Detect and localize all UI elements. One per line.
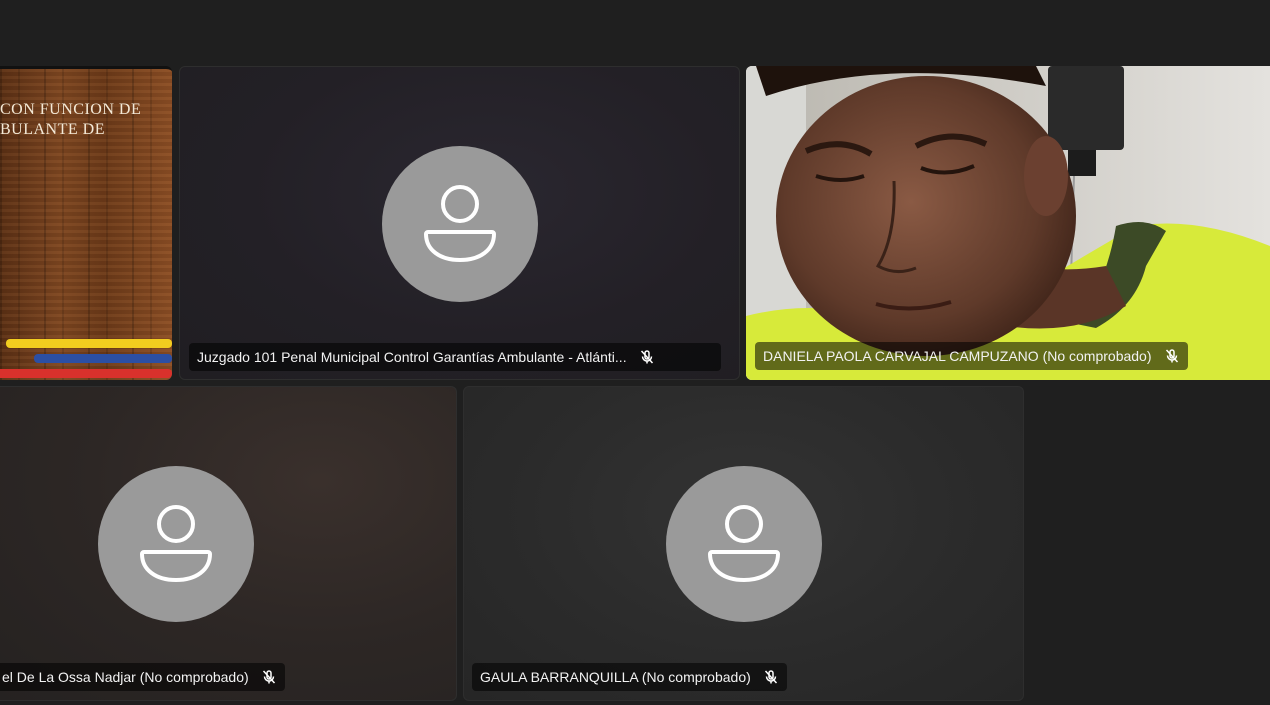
participant-name-label: DANIELA PAOLA CARVAJAL CAMPUZANO (No com… (755, 342, 1188, 370)
participant-name: DANIELA PAOLA CARVAJAL CAMPUZANO (No com… (763, 348, 1152, 364)
participant-name: el De La Ossa Nadjar (No comprobado) (2, 669, 249, 685)
participant-video (746, 66, 1270, 380)
avatar (98, 466, 254, 622)
slide-text-line2: BULANTE DE (0, 121, 105, 138)
participant-tile-daniela[interactable]: DANIELA PAOLA CARVAJAL CAMPUZANO (No com… (746, 66, 1270, 380)
person-icon (708, 505, 780, 582)
participant-tile-juzgado[interactable]: Juzgado 101 Penal Municipal Control Gara… (179, 66, 740, 380)
avatar (382, 146, 538, 302)
participant-name: GAULA BARRANQUILLA (No comprobado) (480, 669, 751, 685)
microphone-off-icon (1165, 349, 1178, 363)
participant-name-label: el De La Ossa Nadjar (No comprobado) (0, 663, 285, 691)
slide-text-line1: CON FUNCION DE (0, 101, 142, 118)
participant-tile-gaula[interactable]: GAULA BARRANQUILLA (No comprobado) (463, 386, 1024, 701)
flag-stripe-red (0, 369, 172, 378)
participant-name-label: GAULA BARRANQUILLA (No comprobado) (472, 663, 787, 691)
microphone-off-icon (640, 350, 653, 364)
participant-name: Juzgado 101 Penal Municipal Control Gara… (197, 349, 627, 365)
participant-name-label: Juzgado 101 Penal Municipal Control Gara… (189, 343, 721, 371)
participant-tile-de-la-ossa[interactable]: el De La Ossa Nadjar (No comprobado) (0, 386, 457, 701)
microphone-off-icon (764, 670, 777, 684)
presentation-tile[interactable]: CON FUNCION DE BULANTE DE (0, 66, 172, 380)
person-icon (140, 505, 212, 582)
flag-stripe-yellow (6, 339, 172, 348)
person-icon (424, 185, 496, 262)
flag-stripe-blue (34, 354, 172, 363)
avatar (666, 466, 822, 622)
microphone-off-icon (262, 670, 275, 684)
